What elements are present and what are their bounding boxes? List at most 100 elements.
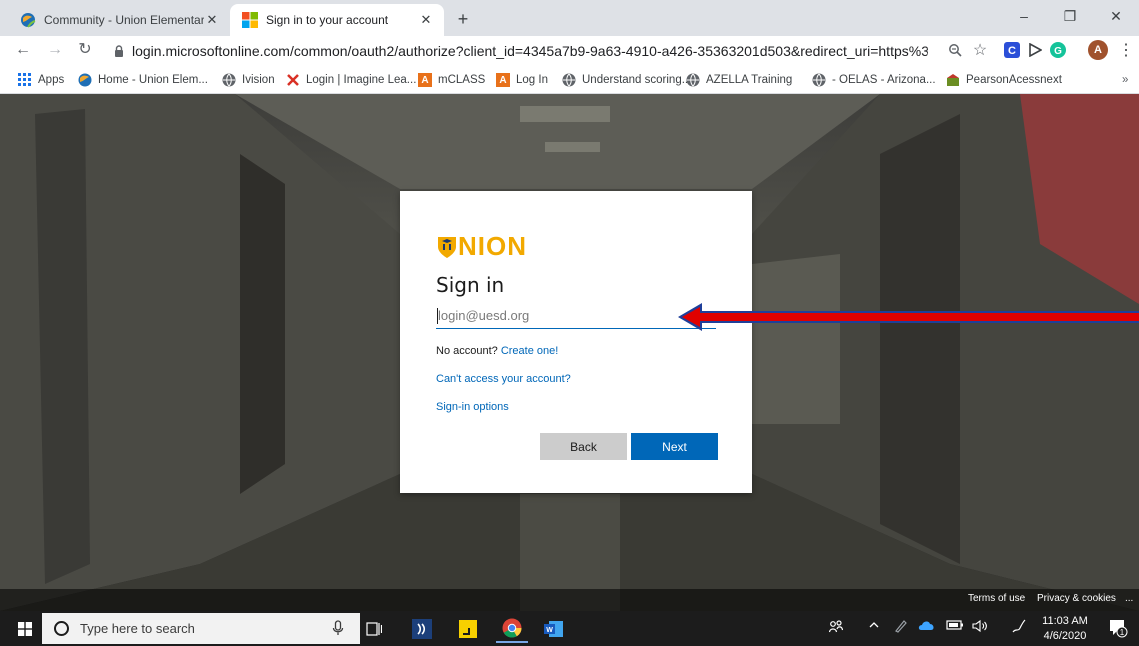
imagine-learning-icon xyxy=(287,74,299,86)
tab-strip: Community - Union Elementary S ✕ Sign in… xyxy=(0,0,1139,36)
volume-icon[interactable] xyxy=(972,619,988,636)
tab-close-icon[interactable]: ✕ xyxy=(204,12,220,28)
start-button[interactable] xyxy=(8,611,42,646)
bookmark-home-union[interactable]: Home - Union Elem... xyxy=(78,71,208,89)
pearson-icon xyxy=(947,74,959,86)
pen-workspace-icon[interactable] xyxy=(894,619,908,636)
bookmark-label: Home - Union Elem... xyxy=(98,74,208,86)
sticky-notes-icon[interactable] xyxy=(452,614,484,643)
no-account-text: No account? xyxy=(436,345,498,357)
chevron-up-icon[interactable] xyxy=(868,619,880,634)
forward-arrow-icon[interactable]: → xyxy=(44,39,66,61)
tab-sign-in[interactable]: Sign in to your account ✕ xyxy=(230,4,444,36)
bookmark-label: Ivision xyxy=(242,74,275,86)
bookmark-label: Understand scoring... xyxy=(582,74,692,86)
tab-community[interactable]: Community - Union Elementary S ✕ xyxy=(8,4,230,36)
windows-logo-icon xyxy=(18,621,32,636)
lock-icon xyxy=(115,45,123,57)
bookmark-understand-scoring[interactable]: Understand scoring... xyxy=(562,71,691,89)
profile-avatar[interactable]: A xyxy=(1088,40,1108,60)
bookmarks-bar: Apps Home - Union Elem... Ivision Login … xyxy=(0,66,1139,94)
bookmark-log-in[interactable]: A Log In xyxy=(496,71,548,89)
text-cursor xyxy=(437,308,438,324)
red-arrow-annotation xyxy=(678,303,1139,331)
reload-icon[interactable]: ↻ xyxy=(74,39,96,61)
minimize-button[interactable]: – xyxy=(1001,0,1047,32)
bookmark-label: - OELAS - Arizona... xyxy=(832,74,936,86)
svg-text:C: C xyxy=(1008,45,1016,57)
profile-initial: A xyxy=(1094,44,1102,56)
pen-ink-icon[interactable] xyxy=(1012,619,1026,636)
sign-in-options-link[interactable]: Sign-in options xyxy=(436,401,509,413)
logo-text: NION xyxy=(458,231,527,261)
tab-close-icon[interactable]: ✕ xyxy=(418,12,434,28)
menu-kebab-icon[interactable]: ⋮ xyxy=(1116,40,1136,60)
zoom-icon[interactable] xyxy=(945,40,965,60)
sign-in-dialog: NION Sign in No account? Create one! Can… xyxy=(400,191,752,493)
back-button[interactable]: Back xyxy=(540,433,627,460)
clock-date: 4/6/2020 xyxy=(1043,630,1087,642)
bookmark-oelas[interactable]: - OELAS - Arizona... xyxy=(812,71,936,89)
apps-grid-icon xyxy=(18,73,31,86)
no-account-line: No account? Create one! xyxy=(436,345,558,357)
bookmark-label: Login | Imagine Lea... xyxy=(306,74,417,86)
bookmark-label: mCLASS xyxy=(438,74,486,86)
bookmarks-overflow-button[interactable]: » xyxy=(1122,71,1128,89)
microphone-icon[interactable] xyxy=(332,620,344,636)
globe-icon xyxy=(562,73,576,87)
clock-time: 11:03 AM xyxy=(1042,615,1088,627)
globe-icon xyxy=(78,73,92,87)
bookmark-pearson[interactable]: PearsonAcessnext xyxy=(946,71,1062,89)
back-arrow-icon[interactable]: ← xyxy=(12,39,34,61)
next-button[interactable]: Next xyxy=(631,433,718,460)
tab-title: Community - Union Elementary S xyxy=(44,13,204,27)
battery-icon[interactable] xyxy=(946,619,964,634)
create-account-link[interactable]: Create one! xyxy=(501,345,558,357)
union-shield-icon xyxy=(438,236,456,258)
taskbar-clock[interactable]: 11:03 AM 4/6/2020 xyxy=(1037,614,1093,644)
action-center-icon[interactable]: 1 xyxy=(1108,618,1128,641)
bookmark-star-icon[interactable]: ☆ xyxy=(970,40,990,60)
cortana-icon xyxy=(54,621,69,636)
privacy-cookies-link[interactable]: Privacy & cookies xyxy=(1037,593,1116,604)
globe-icon xyxy=(812,73,826,87)
taskbar-search-input[interactable]: Type here to search xyxy=(42,613,360,644)
terms-of-use-link[interactable]: Terms of use xyxy=(968,593,1025,604)
amplify-icon: A xyxy=(496,73,510,87)
people-icon[interactable] xyxy=(828,619,844,636)
word-icon[interactable]: W xyxy=(538,614,570,643)
extension-cast-icon[interactable] xyxy=(1025,40,1045,60)
onedrive-icon[interactable] xyxy=(918,619,936,634)
microsoft-icon xyxy=(242,12,258,28)
cant-access-link[interactable]: Can't access your account? xyxy=(436,373,571,385)
amplify-icon: A xyxy=(418,73,432,87)
chrome-icon[interactable] xyxy=(496,614,528,643)
extension-grammarly-icon[interactable]: G xyxy=(1048,40,1068,60)
notification-count: 1 xyxy=(1120,628,1125,637)
bookmark-azella-training[interactable]: AZELLA Training xyxy=(686,71,792,89)
voice-app-icon[interactable] xyxy=(406,614,438,643)
globe-icon xyxy=(686,73,700,87)
bookmark-label: AZELLA Training xyxy=(706,74,793,86)
maximize-button[interactable]: ❐ xyxy=(1047,0,1093,32)
new-tab-button[interactable]: + xyxy=(452,8,474,30)
bookmark-ivision[interactable]: Ivision xyxy=(222,71,275,89)
footer-more-button[interactable]: ... xyxy=(1125,593,1133,604)
union-logo: NION xyxy=(436,231,527,262)
page-content: NION Sign in No account? Create one! Can… xyxy=(0,94,1139,611)
close-window-button[interactable]: ✕ xyxy=(1093,0,1139,32)
extension-c-icon[interactable]: C xyxy=(1002,40,1022,60)
globe-icon xyxy=(21,13,36,28)
svg-text:G: G xyxy=(1054,46,1062,57)
bookmark-imagine-learning[interactable]: Login | Imagine Lea... xyxy=(286,71,416,89)
bookmark-mclass[interactable]: A mCLASS xyxy=(418,71,485,89)
tab-title: Sign in to your account xyxy=(266,13,389,27)
task-view-icon[interactable] xyxy=(358,614,390,643)
address-bar[interactable]: login.microsoftonline.com/common/oauth2/… xyxy=(104,38,928,64)
email-field[interactable] xyxy=(436,303,716,329)
browser-toolbar: ← → ↻ login.microsoftonline.com/common/o… xyxy=(0,36,1139,66)
svg-text:W: W xyxy=(546,627,553,634)
bookmark-apps[interactable]: Apps xyxy=(18,71,64,89)
sign-in-title: Sign in xyxy=(436,273,505,297)
page-footer: Terms of use Privacy & cookies ... xyxy=(0,589,1139,611)
